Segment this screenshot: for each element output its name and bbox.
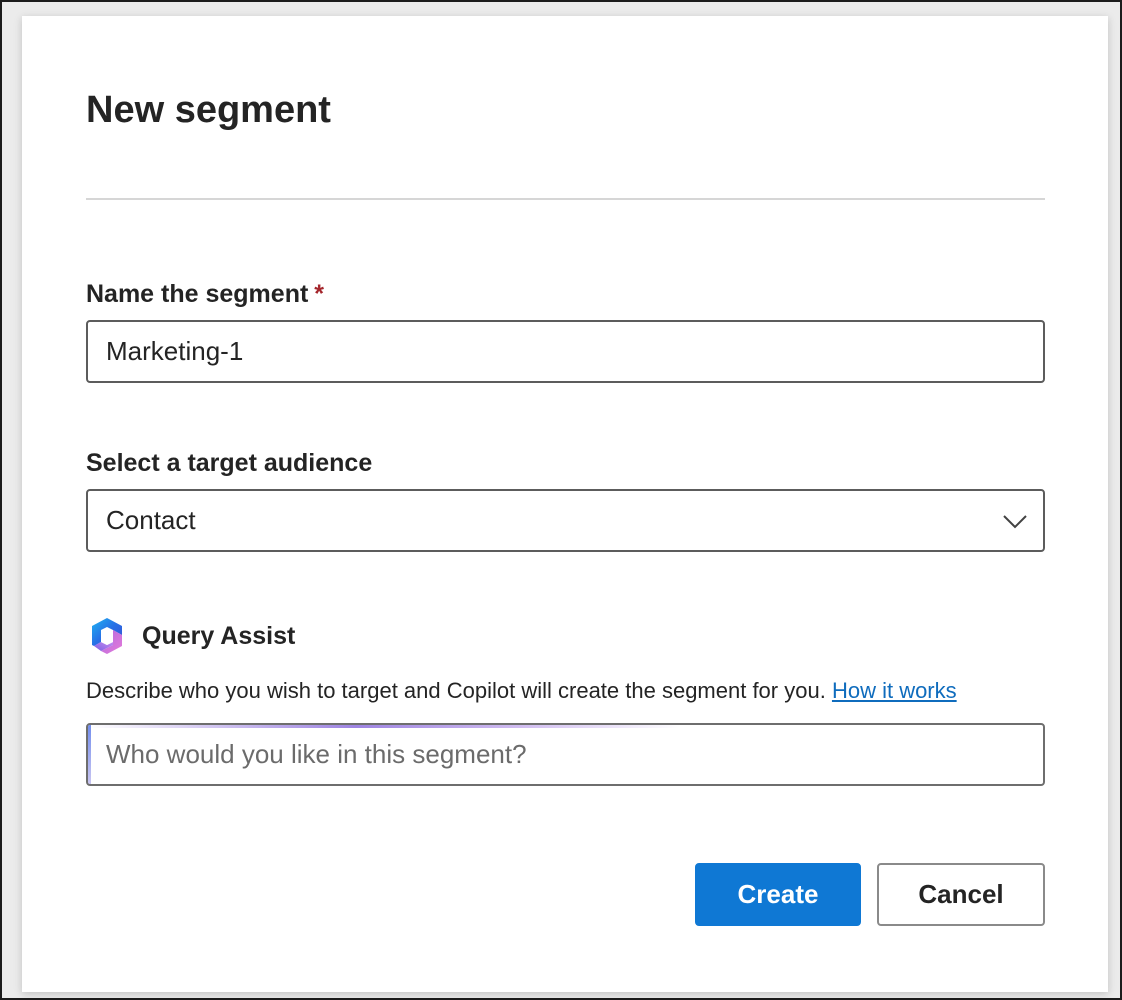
query-assist-header: Query Assist — [86, 616, 295, 656]
required-marker: * — [314, 280, 325, 308]
segment-name-label-text: Name the segment — [86, 280, 309, 308]
query-assist-description: Describe who you wish to target and Copi… — [86, 676, 957, 706]
query-assist-field[interactable] — [86, 723, 1045, 786]
query-assist-input[interactable] — [88, 725, 1043, 784]
copilot-icon — [92, 618, 122, 654]
segment-name-label: Name the segment * — [86, 278, 324, 310]
cancel-button[interactable]: Cancel — [877, 863, 1045, 926]
title-divider — [86, 198, 1045, 200]
dialog-title: New segment — [86, 89, 331, 131]
segment-name-field[interactable] — [86, 320, 1045, 383]
how-it-works-link[interactable]: How it works — [832, 678, 957, 703]
segment-name-input[interactable] — [88, 322, 1043, 381]
target-audience-label: Select a target audience — [86, 449, 373, 477]
chevron-down-icon — [1003, 515, 1027, 529]
create-button[interactable]: Create — [695, 863, 861, 926]
new-segment-dialog: New segment Name the segment* Select a t… — [22, 16, 1108, 992]
target-audience-selected-value: Contact — [106, 505, 196, 535]
query-assist-title: Query Assist — [142, 621, 296, 650]
target-audience-dropdown[interactable]: Contact — [86, 489, 1045, 552]
query-assist-description-text: Describe who you wish to target and Copi… — [86, 678, 826, 703]
window-frame: New segment Name the segment* Select a t… — [0, 0, 1122, 1000]
